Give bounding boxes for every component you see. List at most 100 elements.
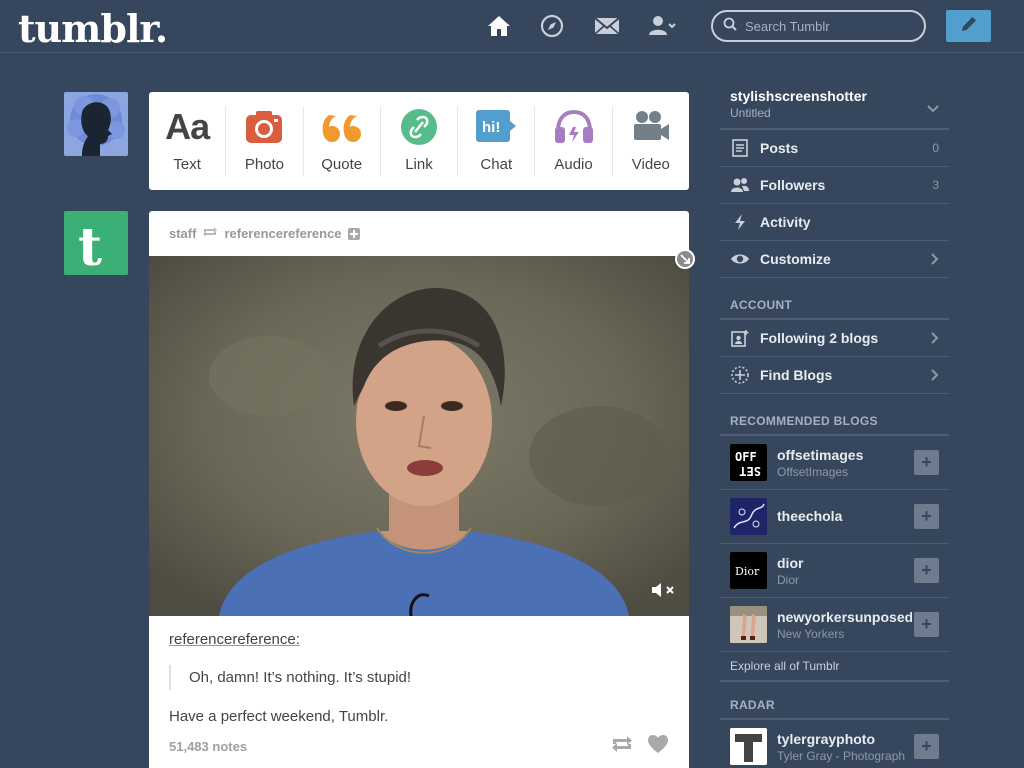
video-frame (149, 256, 689, 616)
recommended-blog[interactable]: theechola + (720, 490, 949, 544)
blockquote: Oh, damn! It’s nothing. It’s stupid! (169, 665, 669, 690)
recommended-blog[interactable]: OFF SET offsetimages OffsetImages + (720, 436, 949, 490)
post-type-video[interactable]: Video (613, 106, 689, 176)
pencil-icon (959, 14, 979, 39)
search-box[interactable] (711, 10, 926, 42)
post-type-label: Video (631, 156, 670, 173)
post-type-label: Audio (554, 156, 593, 173)
sidebar: stylishscreenshotter Untitled Posts 0 Fo… (720, 84, 949, 768)
follow-button[interactable]: + (914, 504, 939, 529)
radar-avatar (730, 728, 767, 765)
post-type-text[interactable]: Aa Text (149, 106, 227, 176)
source-link[interactable]: referencereference: (169, 631, 300, 648)
like-heart-icon[interactable] (647, 734, 669, 759)
svg-text:hi!: hi! (482, 119, 500, 136)
follow-button[interactable]: + (914, 734, 939, 759)
post-type-link[interactable]: Link (381, 106, 459, 176)
dashboard-post: staff referencereference referencerefere… (149, 211, 695, 768)
follow-plus-icon[interactable] (347, 227, 360, 240)
sidebar-item-find-blogs[interactable]: Find Blogs (720, 357, 949, 394)
expand-icon[interactable] (675, 249, 695, 269)
sidebar-item-label: Followers (760, 177, 826, 193)
recommended-blog[interactable]: Dior dior Dior + (720, 544, 949, 598)
theechola-avatar (730, 498, 767, 535)
post-type-chat[interactable]: hi! Chat (458, 106, 536, 176)
post-body-text: Have a perfect weekend, Tumblr. (169, 708, 389, 725)
sidebar-item-following[interactable]: Following 2 blogs (720, 320, 949, 357)
user-avatar[interactable] (64, 92, 128, 156)
account-icon[interactable] (648, 14, 676, 38)
radar-blog-name: tylergrayphoto (777, 730, 876, 747)
post-caption: referencereference: Oh, damn! It’s nothi… (169, 631, 669, 725)
post-header: staff referencereference (149, 211, 689, 256)
post-type-label: Link (405, 156, 433, 173)
home-icon[interactable] (487, 14, 513, 38)
search-icon (723, 17, 737, 36)
post-actions (611, 734, 669, 759)
blog-subtitle: Untitled (730, 106, 771, 120)
recommended-blog-subtitle: OffsetImages (777, 464, 849, 479)
video-camera-icon (630, 106, 672, 148)
svg-text:SET: SET (739, 464, 761, 478)
dior-avatar: Dior (730, 552, 767, 589)
recommended-blog-subtitle: New Yorkers (777, 626, 845, 641)
post-type-quote[interactable]: Quote (304, 106, 381, 176)
staff-avatar[interactable]: t (64, 211, 128, 275)
search-input[interactable] (745, 18, 915, 34)
reblog-icon[interactable] (611, 735, 633, 758)
blog-selector[interactable]: stylishscreenshotter Untitled (720, 84, 949, 130)
reblogged-from[interactable]: referencereference (224, 226, 341, 241)
newyorkers-avatar (730, 606, 767, 643)
post-type-photo[interactable]: Photo (226, 106, 304, 176)
sidebar-item-label: Posts (760, 140, 799, 156)
reblog-small-icon (202, 226, 218, 241)
quote-icon (321, 106, 363, 148)
recommended-blog-name: offsetimages (777, 446, 864, 463)
sidebar-item-activity[interactable]: Activity (720, 204, 949, 241)
radar-blog[interactable]: tylergrayphoto Tyler Gray - Photograph + (720, 720, 949, 768)
chevron-down-icon[interactable] (927, 100, 939, 118)
follow-button[interactable]: + (914, 450, 939, 475)
recommended-blog-name: dior (777, 554, 804, 571)
compose-button[interactable] (946, 10, 991, 42)
recommended-blog-subtitle: Dior (777, 572, 800, 587)
svg-text:t: t (78, 217, 102, 275)
radar-blog-subtitle: Tyler Gray - Photograph (777, 748, 906, 763)
find-blogs-icon (730, 365, 750, 385)
recommended-blog-name: theechola (777, 507, 843, 524)
follow-button[interactable]: + (914, 612, 939, 637)
inbox-icon[interactable] (594, 14, 620, 38)
recommended-section-title: RECOMMENDED BLOGS (720, 414, 949, 436)
recommended-blog[interactable]: newyorkersunposed New Yorkers + (720, 598, 949, 652)
eye-icon (730, 249, 750, 269)
post-footer: 51,483 notes (169, 734, 669, 759)
post-type-label: Photo (244, 156, 285, 173)
posts-count: 0 (932, 141, 939, 155)
followers-icon (730, 175, 750, 195)
chevron-right-icon (931, 331, 939, 349)
tumblr-logo[interactable]: tumblr. (18, 6, 168, 51)
followers-count: 3 (932, 178, 939, 192)
sidebar-item-label: Following 2 blogs (760, 330, 879, 346)
chevron-right-icon (931, 368, 939, 386)
chevron-right-icon (931, 252, 939, 270)
sidebar-item-label: Activity (760, 214, 811, 230)
mute-icon[interactable] (651, 582, 677, 603)
video-player[interactable] (149, 256, 689, 616)
follow-button[interactable]: + (914, 558, 939, 583)
text-icon: Aa (165, 106, 210, 147)
camera-icon (243, 106, 285, 148)
radar-section-title: RADAR (720, 698, 949, 720)
sidebar-item-customize[interactable]: Customize (720, 241, 949, 278)
post-author[interactable]: staff (169, 226, 196, 241)
sidebar-item-posts[interactable]: Posts 0 (720, 130, 949, 167)
sidebar-item-followers[interactable]: Followers 3 (720, 167, 949, 204)
svg-text:Dior: Dior (735, 565, 760, 578)
notes-count[interactable]: 51,483 notes (169, 739, 247, 754)
recommended-blog-name: newyorkersunposed (777, 608, 912, 625)
explore-icon[interactable] (540, 14, 566, 38)
post-type-audio[interactable]: Audio (535, 106, 613, 176)
svg-text:OFF: OFF (735, 450, 757, 464)
link-icon (398, 106, 440, 148)
explore-link[interactable]: Explore all of Tumblr (720, 652, 949, 682)
